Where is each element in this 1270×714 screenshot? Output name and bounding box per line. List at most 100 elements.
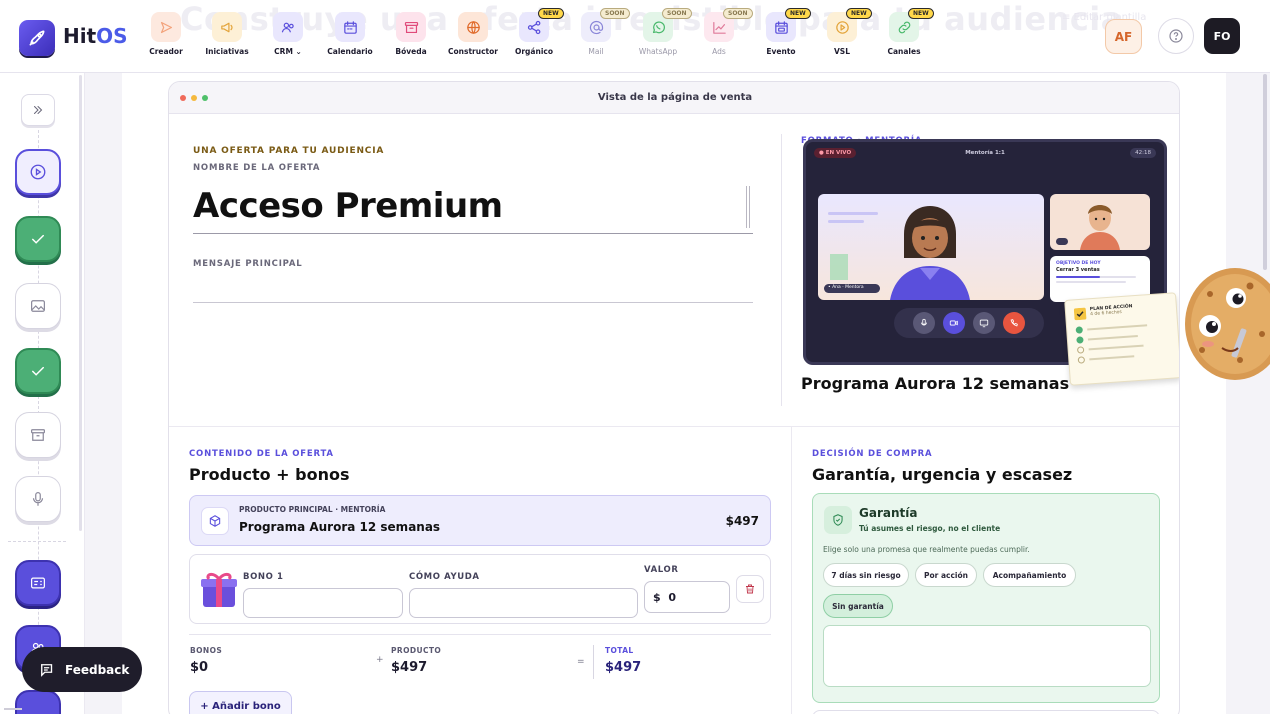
step-completed-1[interactable] xyxy=(15,216,61,262)
nav-item-organico[interactable]: NEW Orgánico xyxy=(504,8,564,62)
box-icon xyxy=(201,507,229,535)
step-archive[interactable] xyxy=(15,412,61,458)
step-audio[interactable] xyxy=(15,476,61,522)
add-bonus-button[interactable]: + Añadir bono xyxy=(189,691,292,714)
preview-title: Vista de la página de venta xyxy=(597,92,753,103)
image-icon xyxy=(31,300,45,312)
nav-label: Bóveda xyxy=(395,47,427,56)
currency-symbol: $ xyxy=(653,591,661,604)
product-subtitle: PRODUCTO PRINCIPAL · MENTORÍA xyxy=(239,505,386,514)
calendar-icon xyxy=(335,12,365,42)
step-completed-2[interactable] xyxy=(15,348,61,394)
product-total-label: PRODUCTO xyxy=(391,646,442,655)
cookie-mascot xyxy=(1185,268,1270,380)
bonos-total-label: BONOS xyxy=(190,646,223,655)
decision-eyebrow: DECISIÓN DE COMPRA xyxy=(812,449,933,459)
step-image[interactable] xyxy=(15,283,61,329)
hitos-logo[interactable] xyxy=(19,20,55,56)
user-avatar[interactable]: AF xyxy=(1105,19,1142,54)
offer-name-field[interactable]: Acceso Premium xyxy=(193,186,753,234)
rail-scrollbar[interactable] xyxy=(79,75,82,531)
gift-icon xyxy=(201,572,237,607)
mic-icon xyxy=(913,312,935,334)
main-message-field[interactable] xyxy=(193,280,753,300)
help-button[interactable] xyxy=(1158,18,1194,54)
help-icon xyxy=(1169,29,1183,43)
nav-label: WhatsApp xyxy=(638,47,678,56)
nav-item-calendario[interactable]: Calendario xyxy=(320,12,380,62)
guarantee-option-7-days[interactable]: 7 días sin riesgo xyxy=(823,563,909,587)
product-name: Programa Aurora 12 semanas xyxy=(239,520,441,534)
feedback-button[interactable]: Feedback xyxy=(22,647,142,692)
content-eyebrow: CONTENIDO DE LA OFERTA xyxy=(189,449,334,459)
nav-item-boveda[interactable]: Bóveda xyxy=(381,12,441,62)
nav-item-canales[interactable]: NEW Canales xyxy=(874,8,934,62)
delete-bonus-button[interactable] xyxy=(736,575,764,603)
grand-total-value: $497 xyxy=(605,660,642,675)
decision-title: Garantía, urgencia y escasez xyxy=(812,465,1073,484)
nav-label: Iniciativas xyxy=(205,47,249,56)
grand-total-label: TOTAL xyxy=(605,646,634,655)
nav-badge: NEW xyxy=(908,8,934,19)
guarantee-option-per-action[interactable]: Por acción xyxy=(915,563,977,587)
expand-rail-button[interactable] xyxy=(21,94,55,126)
bonus-name-input[interactable] xyxy=(243,588,403,618)
nav-label: Evento xyxy=(766,47,796,56)
offer-hero: UNA OFERTA PARA TU AUDIENCIA NOMBRE DE L… xyxy=(193,146,753,173)
brand-name: HitOS xyxy=(63,24,128,48)
goal-text: Cerrar 3 ventas xyxy=(1056,267,1100,273)
session-timer: 42:18 xyxy=(1130,148,1156,158)
step-more[interactable] xyxy=(15,690,61,714)
archive-icon xyxy=(396,12,426,42)
guarantee-text-field[interactable] xyxy=(823,625,1151,687)
nav-badge: NEW xyxy=(785,8,811,19)
content-title: Producto + bonos xyxy=(189,465,350,484)
nav-item-vsl[interactable]: NEW VSL xyxy=(812,8,872,62)
archive-icon xyxy=(31,429,45,441)
main-product-card[interactable]: PRODUCTO PRINCIPAL · MENTORÍA Programa A… xyxy=(189,495,771,546)
call-controls xyxy=(894,308,1044,338)
organization-avatar[interactable]: FO xyxy=(1204,18,1240,54)
bonus-value-label: VALOR xyxy=(644,565,679,575)
nav-label: VSL xyxy=(834,47,850,56)
guarantee-option-accompaniment[interactable]: Acompañamiento xyxy=(983,563,1076,587)
nav-item-ads[interactable]: SOON Ads xyxy=(689,8,753,62)
shield-check-icon xyxy=(824,506,852,534)
nav-item-creador[interactable]: Creador xyxy=(136,12,196,62)
main-message-underline xyxy=(193,302,753,303)
nav-item-constructor[interactable]: Constructor xyxy=(443,12,503,62)
check-icon xyxy=(32,234,44,244)
nav-badge: SOON xyxy=(723,8,753,19)
chat-icon xyxy=(41,663,53,677)
step-id-card[interactable] xyxy=(15,560,61,606)
nav-item-mail[interactable]: SOON Mail xyxy=(566,8,630,62)
main-message-label: MENSAJE PRINCIPAL xyxy=(193,259,303,269)
feedback-label: Feedback xyxy=(65,662,130,677)
nav-item-iniciativas[interactable]: Iniciativas xyxy=(197,12,257,62)
nav-item-evento[interactable]: NEW Evento xyxy=(751,8,811,62)
offer-name-label: NOMBRE DE LA OFERTA xyxy=(193,163,321,173)
nav-item-crm[interactable]: CRM ⌄ xyxy=(258,12,318,62)
total-divider xyxy=(593,645,594,679)
bonus-value-input[interactable]: $ 0 xyxy=(644,581,730,613)
chevrons-right-icon xyxy=(33,105,43,115)
guarantee-option-none[interactable]: Sin garantía xyxy=(823,594,893,618)
bonus-row: BONO 1 CÓMO AYUDA VALOR $ 0 xyxy=(189,554,771,624)
session-title: Mentoría 1:1 xyxy=(965,150,1005,156)
nav-label: Ads xyxy=(712,47,726,56)
nav-label: Canales xyxy=(887,47,921,56)
sales-page-preview: Vista de la página de venta UNA OFERTA P… xyxy=(168,81,1180,714)
nav-badge: NEW xyxy=(538,8,564,19)
section-divider xyxy=(169,426,1179,427)
bonus-help-input[interactable] xyxy=(409,588,638,618)
camera-icon xyxy=(943,312,965,334)
page-scrollbar[interactable] xyxy=(1263,74,1267,270)
equals-sign: = xyxy=(577,657,585,667)
nav-label: Orgánico xyxy=(514,47,553,56)
nav-item-whatsapp[interactable]: SOON WhatsApp xyxy=(628,8,692,62)
goal-label: OBJETIVO DE HOY xyxy=(1056,261,1101,266)
step-video[interactable] xyxy=(15,149,61,195)
product-price: $497 xyxy=(725,514,759,528)
guarantee-subtitle: Tú asumes el riesgo, no el cliente xyxy=(859,524,1001,533)
megaphone-icon xyxy=(212,12,242,42)
